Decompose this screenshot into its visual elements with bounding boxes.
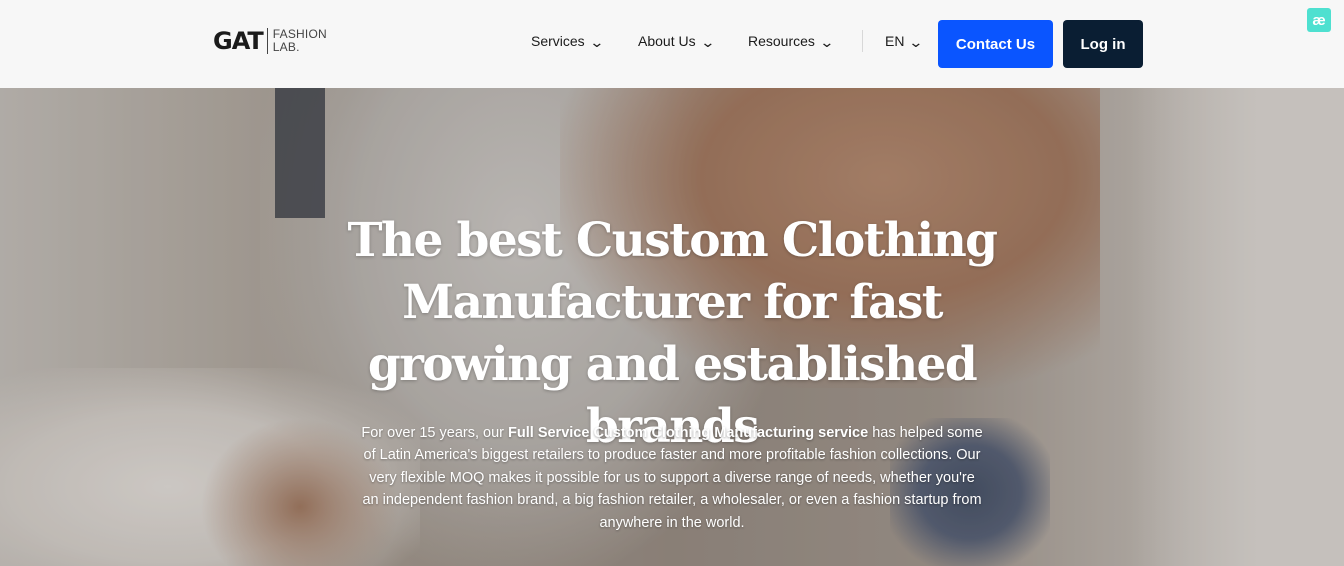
nav-about-dropdown[interactable]: About Us ⌄: [638, 30, 716, 52]
logo-wordmark: GAT: [213, 27, 264, 55]
site-header: GAT FASHION LAB. Services ⌄ About Us ⌄ R…: [0, 0, 1344, 88]
language-selector[interactable]: EN ⌄: [885, 30, 924, 52]
gat-fashion-lab-logo[interactable]: GAT FASHION LAB.: [213, 27, 327, 55]
extension-badge-icon[interactable]: æ: [1307, 8, 1331, 32]
logo-subtitle: FASHION LAB.: [273, 28, 327, 54]
hero-description: For over 15 years, our Full Service Cust…: [360, 422, 984, 534]
nav-about-label: About Us: [638, 33, 696, 49]
login-button[interactable]: Log in: [1063, 20, 1143, 68]
hero-title: The best Custom Clothing Manufacturer fo…: [347, 213, 998, 454]
chevron-down-icon: ⌄: [819, 33, 835, 50]
nav-services-label: Services: [531, 33, 585, 49]
language-label: EN: [885, 33, 905, 49]
logo-divider: [266, 28, 268, 54]
nav-divider: [862, 30, 863, 52]
chevron-down-icon: ⌄: [699, 33, 716, 50]
contact-us-button[interactable]: Contact Us: [938, 20, 1053, 68]
hero-description-intro: For over 15 years, our: [361, 425, 509, 441]
chevron-down-icon: ⌄: [588, 33, 605, 50]
logo-subtitle-line2: LAB.: [272, 40, 300, 54]
nav-resources-label: Resources: [748, 33, 815, 49]
hero-section: The best Custom Clothing Manufacturer fo…: [0, 88, 1344, 566]
nav-services-dropdown[interactable]: Services ⌄: [531, 30, 605, 52]
chevron-down-icon: ⌄: [908, 33, 924, 50]
hero-description-highlight: Full Service Custom Clothing Manufacturi…: [508, 425, 869, 441]
nav-resources-dropdown[interactable]: Resources ⌄: [748, 30, 835, 52]
